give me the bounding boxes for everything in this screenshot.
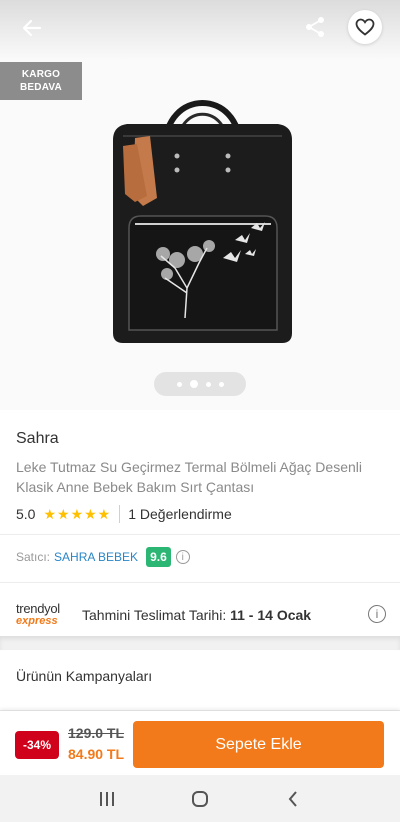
seller-label: Satıcı: <box>16 550 51 564</box>
discount-badge: -34% <box>15 731 59 759</box>
recent-apps-icon <box>99 791 114 806</box>
pagination-dot-active[interactable] <box>189 380 198 388</box>
campaigns-title[interactable]: Ürünün Kampanyaları <box>16 668 152 684</box>
delivery-dates: 11 - 14 Ocak <box>230 607 312 623</box>
free-shipping-badge: KARGO BEDAVA <box>0 62 82 100</box>
old-price: 129.0 TL <box>68 725 125 741</box>
heart-outline-icon <box>355 18 375 36</box>
star-rating-icon: ★★★★★ <box>43 505 112 522</box>
review-count[interactable]: 1 Değerlendirme <box>128 506 232 522</box>
seller-link[interactable]: SAHRA BEBEK <box>54 550 138 564</box>
pagination-dot[interactable] <box>218 381 224 387</box>
section-gap <box>0 636 400 650</box>
favorite-button[interactable] <box>348 10 382 44</box>
badge-line-2: BEDAVA <box>20 82 62 93</box>
seller-score-badge: 9.6 <box>146 547 171 567</box>
share-button[interactable] <box>300 12 330 42</box>
logo-main: trendyol <box>16 601 60 616</box>
seller-row: Satıcı: SAHRA BEBEK 9.6 i <box>16 547 190 567</box>
system-nav-bar <box>0 775 400 822</box>
add-to-cart-button[interactable]: Sepete Ekle <box>133 721 384 768</box>
logo-sub: express <box>16 615 58 627</box>
back-button[interactable] <box>18 14 46 42</box>
home-button[interactable] <box>185 784 215 814</box>
sale-price: 84.90 TL <box>68 746 125 762</box>
badge-line-1: KARGO <box>21 69 61 80</box>
brand-name[interactable]: Sahra <box>16 430 59 448</box>
pagination-dot[interactable] <box>176 381 182 387</box>
delivery-text: Tahmini Teslimat Tarihi: 11 - 14 Ocak <box>82 607 311 623</box>
top-gradient <box>0 0 400 60</box>
chevron-left-icon <box>288 790 298 807</box>
share-icon <box>306 17 324 37</box>
product-title: Leke Tutmaz Su Geçirmez Termal Bölmeli A… <box>16 459 362 495</box>
divider <box>119 505 121 523</box>
pagination-dot[interactable] <box>205 381 211 387</box>
recent-apps-button[interactable] <box>92 784 122 814</box>
info-icon[interactable]: i <box>368 605 386 623</box>
product-gallery[interactable]: KARGO BEDAVA <box>0 0 400 410</box>
info-icon[interactable]: i <box>175 550 190 564</box>
delivery-label: Tahmini Teslimat Tarihi: <box>82 607 227 623</box>
system-back-button[interactable] <box>278 784 308 814</box>
divider <box>0 582 400 583</box>
arrow-left-icon <box>22 19 42 37</box>
buy-bar: -34% 129.0 TL 84.90 TL Sepete Ekle <box>0 711 400 775</box>
rating-row[interactable]: 5.0 ★★★★★ 1 Değerlendirme <box>16 505 232 523</box>
rating-value: 5.0 <box>16 506 36 522</box>
divider <box>0 534 400 535</box>
gallery-pagination[interactable] <box>154 372 246 396</box>
home-icon <box>191 790 208 807</box>
product-image <box>113 100 292 343</box>
trendyol-express-logo: trendyol express <box>16 602 76 628</box>
delivery-estimate: trendyol express Tahmini Teslimat Tarihi… <box>16 597 386 633</box>
